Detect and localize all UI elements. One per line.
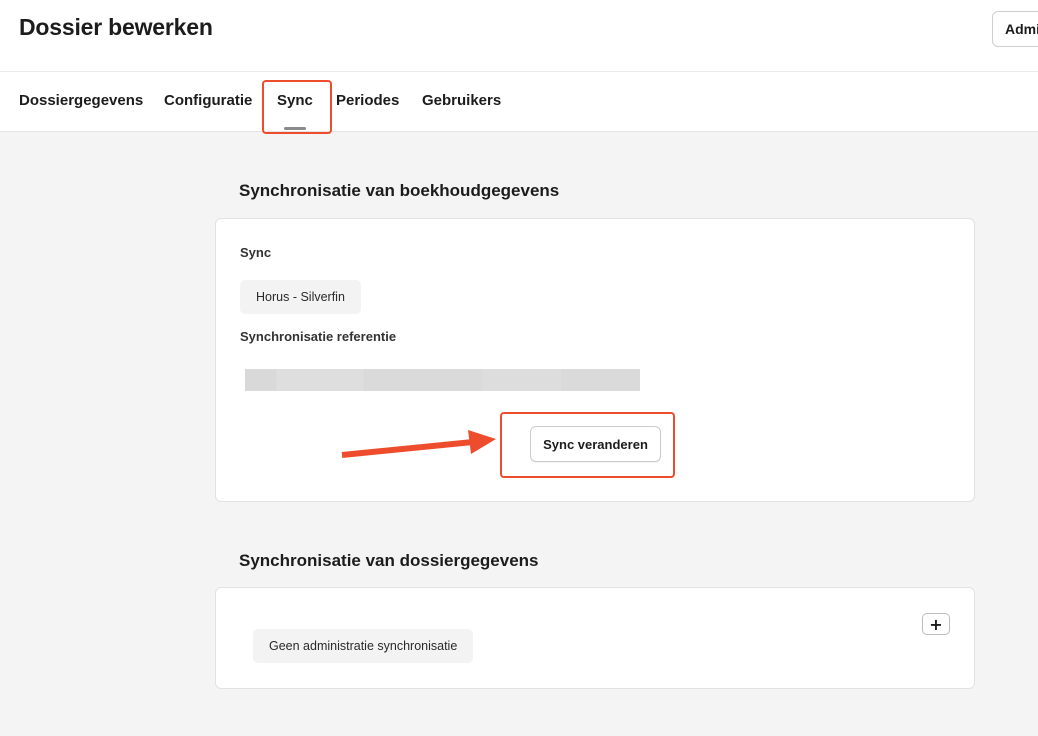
annotation-arrow-icon [341,430,496,458]
accounting-sync-title: Synchronisatie van boekhoudgegevens [239,181,560,200]
change-sync-button[interactable]: Sync veranderen [530,426,661,462]
sync-reference-label: Synchronisatie referentie [240,329,397,344]
tab-dossiergegevens[interactable]: Dossiergegevens [19,72,143,132]
tab-bar: Dossiergegevens Configuratie Sync Period… [0,72,1038,132]
accounting-sync-card: Sync Horus - Silverfin Synchronisatie re… [215,218,975,502]
sync-reference-redacted [245,369,640,391]
no-sync-chip: Geen administratie synchronisatie [253,629,474,663]
tab-gebruikers[interactable]: Gebruikers [422,72,501,132]
dossier-sync-title: Synchronisatie van dossiergegevens [239,551,539,570]
sync-value-chip: Horus - Silverfin [240,280,361,314]
admin-button[interactable]: Admi [992,11,1038,47]
dossier-sync-card: + Geen administratie synchronisatie [215,587,975,689]
page-title: Dossier bewerken [19,14,213,40]
add-sync-button[interactable]: + [922,613,950,635]
tab-sync[interactable]: Sync [277,72,313,132]
tab-periodes[interactable]: Periodes [336,72,399,132]
top-header: Dossier bewerken Admi [0,0,1038,72]
tab-configuratie[interactable]: Configuratie [164,72,252,132]
sync-label: Sync [240,245,272,260]
